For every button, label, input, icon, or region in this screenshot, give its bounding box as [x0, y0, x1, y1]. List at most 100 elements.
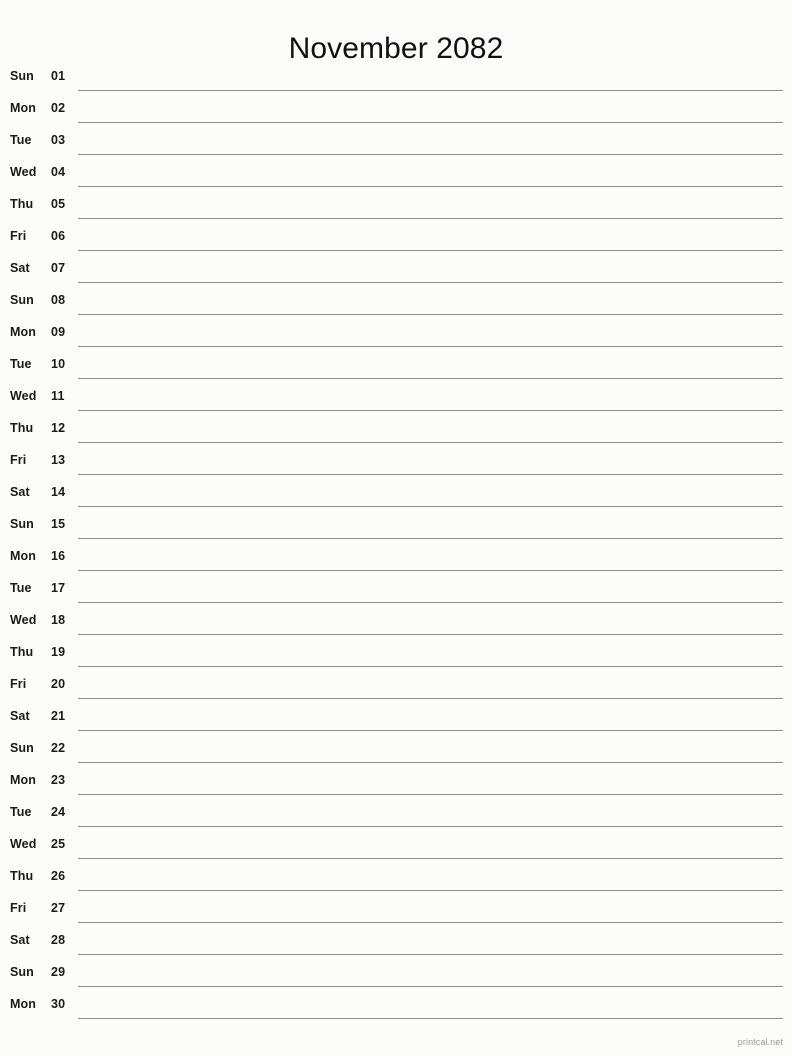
day-number: 23	[51, 773, 66, 787]
note-writing-line[interactable]	[78, 634, 783, 635]
weekday-label: Mon	[10, 997, 36, 1011]
note-writing-line[interactable]	[78, 378, 783, 379]
day-number: 28	[51, 933, 66, 947]
day-number: 12	[51, 421, 66, 435]
note-writing-line[interactable]	[78, 346, 783, 347]
day-number: 22	[51, 741, 66, 755]
day-row: Fri 27	[0, 894, 792, 926]
note-writing-line[interactable]	[78, 474, 783, 475]
day-number: 02	[51, 101, 66, 115]
day-number: 10	[51, 357, 66, 371]
day-row: Sun 15	[0, 510, 792, 542]
day-number: 03	[51, 133, 66, 147]
day-number: 07	[51, 261, 66, 275]
note-writing-line[interactable]	[78, 602, 783, 603]
note-writing-line[interactable]	[78, 858, 783, 859]
day-number: 09	[51, 325, 66, 339]
weekday-label: Wed	[10, 837, 37, 851]
day-number: 11	[51, 389, 65, 403]
weekday-label: Tue	[10, 357, 32, 371]
day-number: 01	[51, 69, 66, 83]
day-number: 17	[51, 581, 66, 595]
day-number: 04	[51, 165, 66, 179]
day-row: Fri 06	[0, 222, 792, 254]
day-row: Sat 28	[0, 926, 792, 958]
day-row: Wed 25	[0, 830, 792, 862]
note-writing-line[interactable]	[78, 698, 783, 699]
weekday-label: Fri	[10, 453, 27, 467]
note-writing-line[interactable]	[78, 442, 783, 443]
note-writing-line[interactable]	[78, 570, 783, 571]
note-writing-line[interactable]	[78, 666, 783, 667]
note-writing-line[interactable]	[78, 250, 783, 251]
weekday-label: Mon	[10, 773, 36, 787]
note-writing-line[interactable]	[78, 954, 783, 955]
day-number: 16	[51, 549, 66, 563]
day-number: 26	[51, 869, 66, 883]
note-writing-line[interactable]	[78, 986, 783, 987]
day-row: Wed 18	[0, 606, 792, 638]
note-writing-line[interactable]	[78, 826, 783, 827]
weekday-label: Sat	[10, 261, 30, 275]
weekday-label: Tue	[10, 805, 32, 819]
weekday-label: Tue	[10, 133, 32, 147]
weekday-label: Sat	[10, 709, 30, 723]
weekday-label: Fri	[10, 677, 27, 691]
day-row: Thu 12	[0, 414, 792, 446]
day-row: Thu 19	[0, 638, 792, 670]
note-writing-line[interactable]	[78, 538, 783, 539]
day-row: Mon 16	[0, 542, 792, 574]
day-row: Sat 07	[0, 254, 792, 286]
day-number: 29	[51, 965, 66, 979]
day-row: Sat 21	[0, 702, 792, 734]
note-writing-line[interactable]	[78, 186, 783, 187]
day-row: Mon 09	[0, 318, 792, 350]
day-row: Mon 30	[0, 990, 792, 1022]
day-number: 24	[51, 805, 66, 819]
day-row: Mon 23	[0, 766, 792, 798]
day-row: Sat 14	[0, 478, 792, 510]
note-writing-line[interactable]	[78, 890, 783, 891]
calendar-page: November 2082 Sun 01 Mon 02 Tue 03 Wed 04 Thu 05 F…	[0, 0, 792, 1056]
note-writing-line[interactable]	[78, 794, 783, 795]
note-writing-line[interactable]	[78, 922, 783, 923]
weekday-label: Wed	[10, 389, 37, 403]
note-writing-line[interactable]	[78, 410, 783, 411]
day-row: Sun 01	[0, 62, 792, 94]
day-number: 05	[51, 197, 66, 211]
weekday-label: Thu	[10, 197, 34, 211]
day-row: Tue 10	[0, 350, 792, 382]
note-writing-line[interactable]	[78, 154, 783, 155]
note-writing-line[interactable]	[78, 1018, 783, 1019]
day-number: 27	[51, 901, 66, 915]
weekday-label: Sun	[10, 517, 34, 531]
note-writing-line[interactable]	[78, 762, 783, 763]
note-writing-line[interactable]	[78, 282, 783, 283]
weekday-label: Thu	[10, 869, 34, 883]
weekday-label: Thu	[10, 421, 34, 435]
weekday-label: Mon	[10, 325, 36, 339]
note-writing-line[interactable]	[78, 122, 783, 123]
weekday-label: Fri	[10, 901, 27, 915]
day-number: 08	[51, 293, 66, 307]
day-number: 21	[51, 709, 66, 723]
note-writing-line[interactable]	[78, 730, 783, 731]
day-number: 20	[51, 677, 66, 691]
day-row: Wed 04	[0, 158, 792, 190]
day-number: 14	[51, 485, 66, 499]
day-row: Thu 05	[0, 190, 792, 222]
day-number: 30	[51, 997, 66, 1011]
day-number: 06	[51, 229, 66, 243]
note-writing-line[interactable]	[78, 218, 783, 219]
weekday-label: Tue	[10, 581, 32, 595]
day-row: Sun 08	[0, 286, 792, 318]
day-row: Tue 17	[0, 574, 792, 606]
day-row: Mon 02	[0, 94, 792, 126]
day-row: Wed 11	[0, 382, 792, 414]
day-row: Fri 13	[0, 446, 792, 478]
note-writing-line[interactable]	[78, 506, 783, 507]
day-row: Tue 03	[0, 126, 792, 158]
weekday-label: Thu	[10, 645, 34, 659]
note-writing-line[interactable]	[78, 90, 783, 91]
note-writing-line[interactable]	[78, 314, 783, 315]
